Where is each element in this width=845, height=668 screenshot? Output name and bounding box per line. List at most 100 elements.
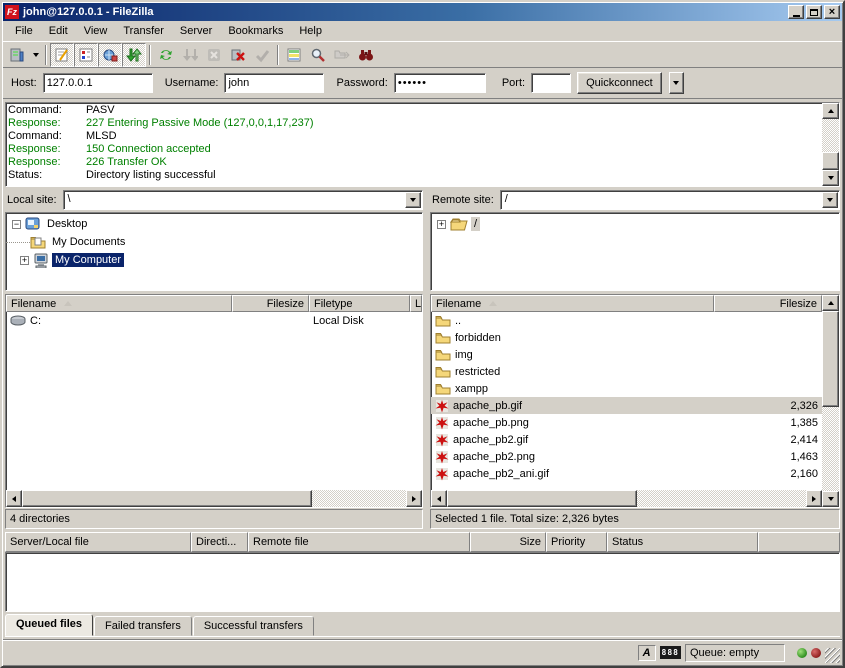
pane-splitter[interactable] <box>423 190 430 529</box>
tab-queued-files[interactable]: Queued files <box>5 614 93 636</box>
tree-item-my-computer[interactable]: + My Computer <box>6 251 422 269</box>
filter-button[interactable] <box>354 43 378 67</box>
refresh-button[interactable] <box>154 43 178 67</box>
menu-bookmarks[interactable]: Bookmarks <box>220 23 291 39</box>
minimize-button[interactable] <box>788 5 804 19</box>
column-header-last-modified[interactable]: L <box>410 295 422 312</box>
remote-file-row[interactable]: img <box>431 346 822 363</box>
log-vertical-scrollbar[interactable] <box>822 103 839 186</box>
local-site-combobox[interactable]: \ <box>63 190 423 210</box>
process-queue-button[interactable] <box>178 43 202 67</box>
remote-file-row[interactable]: restricted <box>431 363 822 380</box>
toggle-transfer-queue-button[interactable] <box>122 43 146 67</box>
toggle-remote-tree-button[interactable] <box>98 43 122 67</box>
tree-item-label: Desktop <box>44 217 90 231</box>
quickconnect-dropdown[interactable] <box>669 72 684 94</box>
toggle-message-log-button[interactable] <box>50 43 74 67</box>
menu-help[interactable]: Help <box>291 23 330 39</box>
column-header-size[interactable]: Size <box>470 532 546 552</box>
remote-file-row[interactable]: apache_pb2.gif 2,414 <box>431 431 822 448</box>
remote-file-row[interactable]: apache_pb.png 1,385 <box>431 414 822 431</box>
synchronized-browsing-button[interactable] <box>330 43 354 67</box>
collapse-icon[interactable]: − <box>12 220 21 229</box>
username-label: Username: <box>165 77 219 89</box>
scroll-down-button[interactable] <box>822 170 839 186</box>
remote-vertical-scrollbar[interactable] <box>822 295 839 507</box>
column-header-priority[interactable]: Priority <box>546 532 607 552</box>
username-input[interactable] <box>224 73 324 93</box>
tab-failed-transfers[interactable]: Failed transfers <box>94 616 192 636</box>
site-manager-button[interactable] <box>5 43 29 67</box>
scroll-up-button[interactable] <box>822 295 839 311</box>
directory-comparison-button[interactable] <box>282 43 306 67</box>
scroll-left-button[interactable] <box>6 490 22 507</box>
password-input[interactable] <box>394 73 486 93</box>
scroll-up-button[interactable] <box>822 103 839 119</box>
titlebar[interactable]: Fz john@127.0.0.1 - FileZilla × <box>3 3 842 21</box>
log-line: Command:MLSD <box>8 130 820 143</box>
local-file-row[interactable]: C: Local Disk <box>6 312 422 329</box>
scroll-right-button[interactable] <box>406 490 422 507</box>
filename-text: restricted <box>455 366 500 378</box>
remote-site-combobox[interactable]: / <box>500 190 840 210</box>
tree-item-my-documents[interactable]: My Documents <box>6 233 422 251</box>
remote-file-row[interactable]: .. <box>431 312 822 329</box>
combo-dropdown-button[interactable] <box>405 192 421 208</box>
scrollbar-track[interactable] <box>312 490 406 507</box>
transfer-queue-icon <box>126 47 142 63</box>
scroll-right-button[interactable] <box>806 490 822 507</box>
menu-transfer[interactable]: Transfer <box>115 23 172 39</box>
transfer-type-indicator-icon[interactable]: A <box>638 645 656 661</box>
close-button[interactable]: × <box>824 5 840 19</box>
arrow-right-icon <box>412 496 416 502</box>
scrollbar-thumb[interactable] <box>447 490 637 507</box>
tree-item-root[interactable]: + / <box>431 215 839 233</box>
remote-file-row[interactable]: forbidden <box>431 329 822 346</box>
menu-file[interactable]: File <box>7 23 41 39</box>
port-input[interactable] <box>531 73 571 93</box>
remote-horizontal-scrollbar[interactable] <box>431 490 822 507</box>
remote-directory-tree: + / <box>430 212 840 291</box>
toggle-local-tree-button[interactable] <box>74 43 98 67</box>
remote-file-row-selected[interactable]: apache_pb.gif 2,326 <box>431 397 822 414</box>
maximize-button[interactable] <box>806 5 822 19</box>
column-header-filename[interactable]: Filename <box>6 295 232 312</box>
scrollbar-track[interactable] <box>822 119 839 152</box>
find-files-button[interactable] <box>306 43 330 67</box>
cancel-operation-button[interactable] <box>202 43 226 67</box>
reconnect-button[interactable] <box>250 43 274 67</box>
quickconnect-button[interactable]: Quickconnect <box>577 72 662 94</box>
column-header-server-local-file[interactable]: Server/Local file <box>5 532 191 552</box>
column-header-direction[interactable]: Directi... <box>191 532 248 552</box>
arrow-down-icon <box>828 176 834 180</box>
scrollbar-thumb[interactable] <box>822 152 839 170</box>
expand-icon[interactable]: + <box>20 256 29 265</box>
remote-file-row[interactable]: apache_pb2_ani.gif 2,160 <box>431 465 822 482</box>
column-header-filetype[interactable]: Filetype <box>309 295 410 312</box>
resize-grip[interactable] <box>825 648 840 663</box>
scroll-left-button[interactable] <box>431 490 447 507</box>
scrollbar-track[interactable] <box>822 407 839 491</box>
expand-icon[interactable]: + <box>437 220 446 229</box>
scrollbar-track[interactable] <box>637 490 806 507</box>
menu-view[interactable]: View <box>76 23 116 39</box>
local-horizontal-scrollbar[interactable] <box>6 490 422 507</box>
scroll-down-button[interactable] <box>822 491 839 507</box>
combo-dropdown-button[interactable] <box>822 192 838 208</box>
scrollbar-thumb[interactable] <box>22 490 312 507</box>
column-header-filesize[interactable]: Filesize <box>232 295 309 312</box>
site-manager-dropdown[interactable] <box>29 43 42 67</box>
column-header-remote-file[interactable]: Remote file <box>248 532 470 552</box>
column-header-filename[interactable]: Filename <box>431 295 714 312</box>
column-header-status[interactable]: Status <box>607 532 758 552</box>
tab-successful-transfers[interactable]: Successful transfers <box>193 616 314 636</box>
remote-file-row[interactable]: xampp <box>431 380 822 397</box>
column-header-filesize[interactable]: Filesize <box>714 295 822 312</box>
menu-server[interactable]: Server <box>172 23 220 39</box>
tree-item-desktop[interactable]: − Desktop <box>6 215 422 233</box>
host-input[interactable] <box>43 73 153 93</box>
menu-edit[interactable]: Edit <box>41 23 76 39</box>
disconnect-button[interactable] <box>226 43 250 67</box>
remote-file-row[interactable]: apache_pb2.png 1,463 <box>431 448 822 465</box>
scrollbar-thumb[interactable] <box>822 311 839 407</box>
